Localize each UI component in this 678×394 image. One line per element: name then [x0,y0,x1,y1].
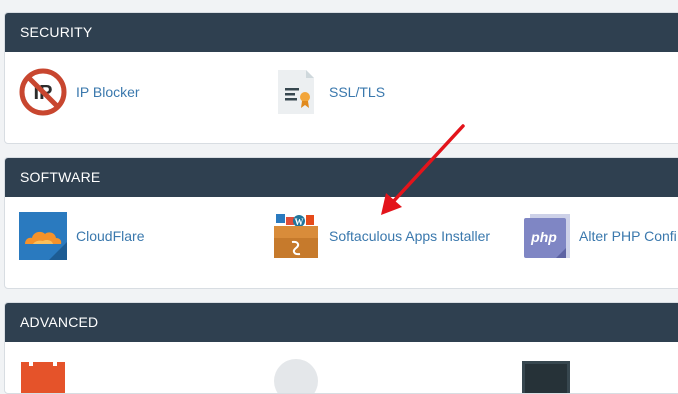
ip-blocker-icon: IP [19,68,67,116]
software-header: SOFTWARE [5,158,678,197]
software-panel: SOFTWARE CloudFlare W Softaculous Apps I… [4,157,678,289]
cloudflare-label: CloudFlare [76,228,145,244]
security-header: SECURITY [5,13,678,52]
cloudflare-link[interactable]: CloudFlare [19,212,144,260]
softaculous-label: Softaculous Apps Installer [329,228,491,244]
alter-php-config-link[interactable]: php Alter PHP Confi [522,212,677,260]
svg-text:W: W [295,217,304,227]
ip-blocker-link[interactable]: IP IP Blocker [19,68,140,116]
ssl-tls-label: SSL/TLS [329,84,386,100]
advanced-panel: ADVANCED [4,302,678,394]
calendar-icon[interactable] [19,360,67,393]
ssl-tls-link[interactable]: SSL/TLS [272,68,385,116]
ip-blocker-label: IP Blocker [76,84,140,100]
circle-tool-icon[interactable] [272,357,320,393]
softaculous-box-icon: W [272,212,320,260]
php-icon: php [522,212,570,260]
softaculous-link[interactable]: W Softaculous Apps Installer [272,212,490,260]
ssl-certificate-icon [272,68,320,116]
security-panel: SECURITY IP IP Blocker SSL/TLS [4,12,678,144]
alter-php-config-label: Alter PHP Confi [579,228,677,244]
svg-text:php: php [530,229,557,245]
cloudflare-icon [19,212,67,260]
terminal-icon[interactable] [522,361,570,393]
advanced-header: ADVANCED [5,303,678,342]
